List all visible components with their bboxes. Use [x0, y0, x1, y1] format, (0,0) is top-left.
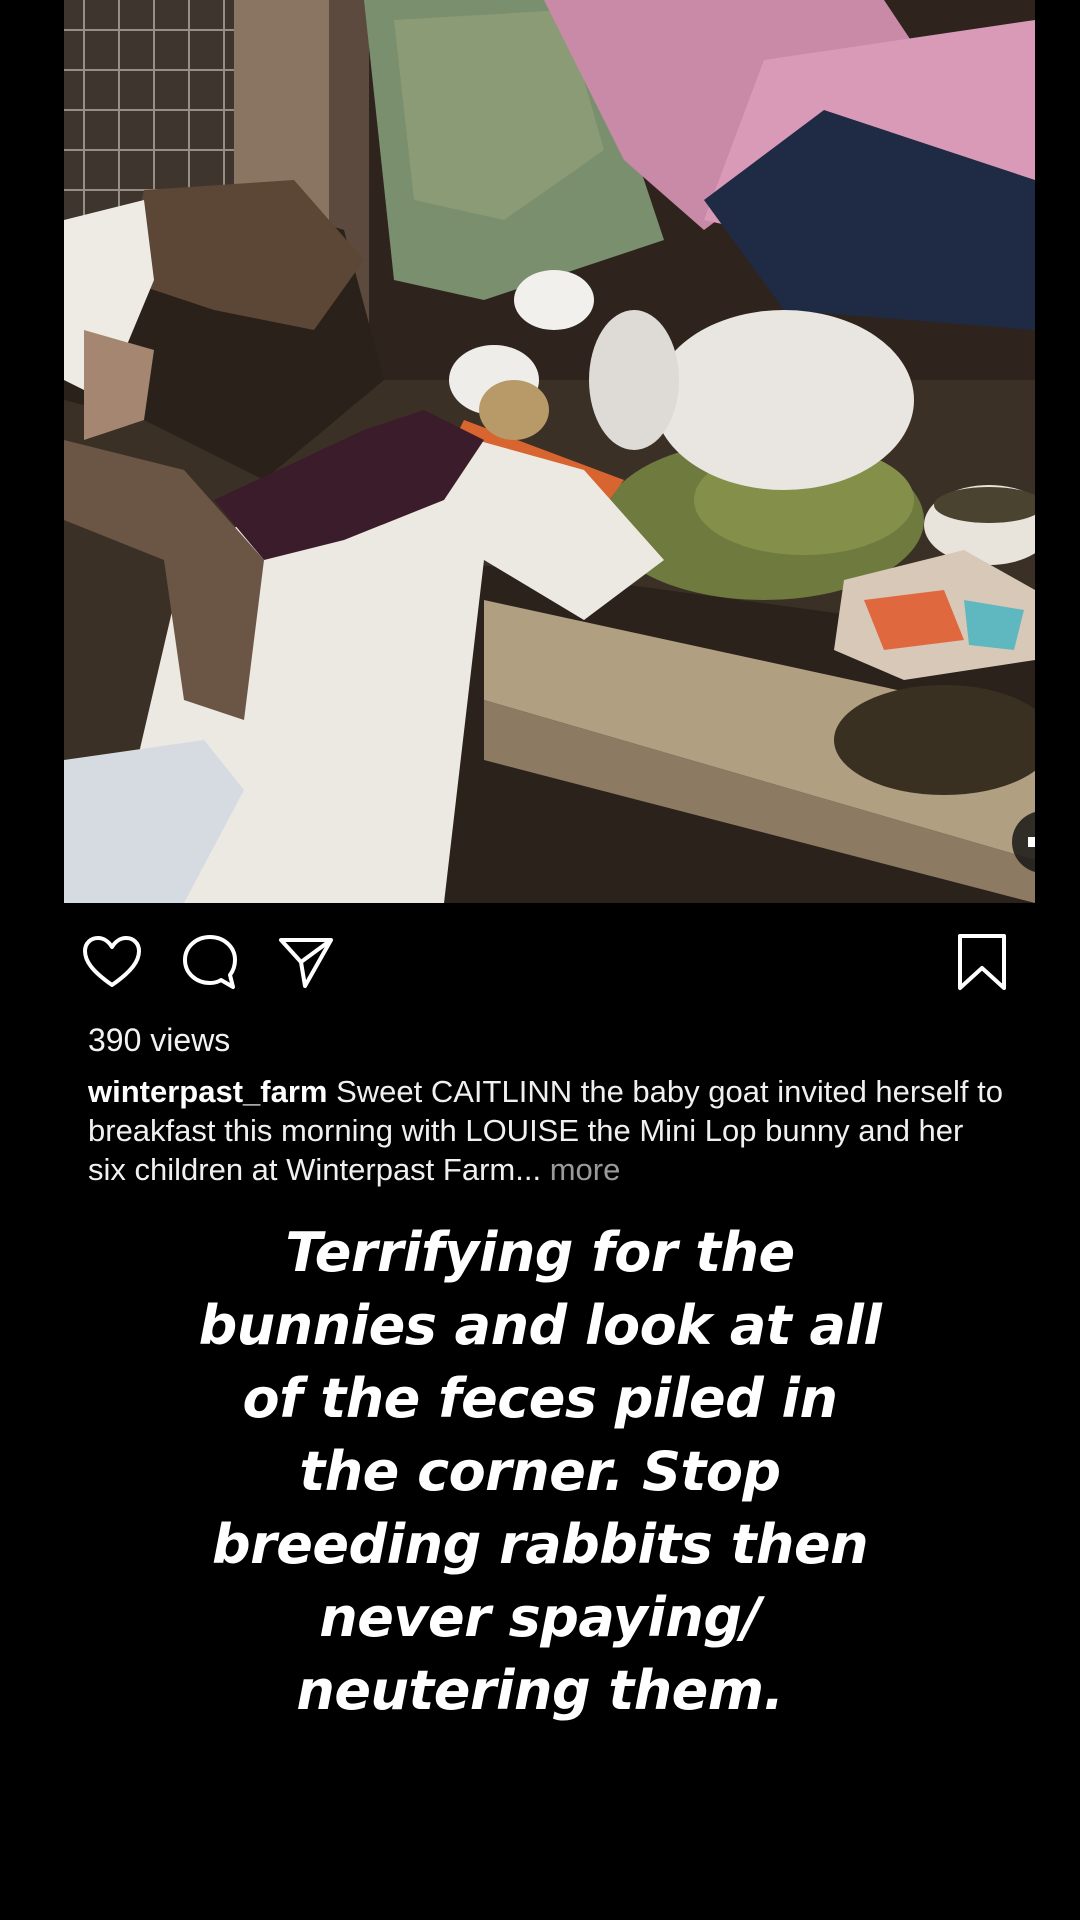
overlay-line: neutering them. — [296, 1659, 784, 1722]
comment-button[interactable] — [178, 930, 242, 994]
overlay-line: never spaying/ — [319, 1586, 761, 1649]
post-video[interactable] — [64, 0, 1035, 903]
overlay-line: breeding rabbits then — [211, 1513, 869, 1576]
comment-bubble-icon — [183, 935, 237, 989]
post-caption: winterpast_farm Sweet CAITLINN the baby … — [88, 1072, 1008, 1189]
speaker-icon — [1028, 837, 1035, 847]
video-frame — [64, 0, 1035, 903]
share-button[interactable] — [274, 930, 338, 994]
caption-username[interactable]: winterpast_farm — [88, 1074, 327, 1109]
paper-plane-icon — [279, 938, 333, 988]
overlay-line: the corner. Stop — [299, 1440, 781, 1503]
save-button[interactable] — [950, 930, 1014, 994]
post-action-bar — [0, 930, 1080, 994]
like-button[interactable] — [80, 930, 144, 994]
view-count: 390 views — [88, 1022, 231, 1058]
overlay-line: bunnies and look at all — [198, 1294, 882, 1357]
overlay-line: Terrifying for the — [285, 1221, 795, 1284]
overlay-line: of the feces piled in — [242, 1367, 838, 1430]
more-link[interactable]: more — [550, 1152, 621, 1187]
bookmark-icon — [958, 934, 1006, 990]
heart-icon — [83, 936, 141, 987]
story-overlay-text: Terrifying for the bunnies and look at a… — [140, 1216, 940, 1727]
